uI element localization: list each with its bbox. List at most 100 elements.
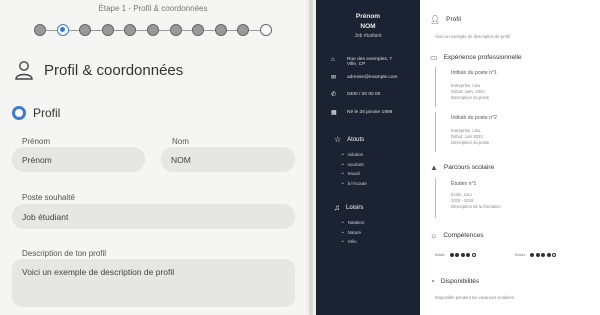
subsection-profil: Profil xyxy=(12,106,60,120)
cv-exp2-desc: Description du poste xyxy=(451,140,490,145)
star-icon: ☆ xyxy=(334,135,342,144)
skill-dot xyxy=(530,252,535,257)
cv-skill-word: Word xyxy=(435,252,476,257)
step-1[interactable] xyxy=(34,24,46,36)
step-10[interactable] xyxy=(237,24,250,36)
cv-skill-excel: Excel xyxy=(515,252,557,257)
lastname-input[interactable]: NOM xyxy=(161,147,295,172)
form-panel: Étape 1 - Profil & coordonnées Profil & … xyxy=(0,0,306,315)
skill-dot xyxy=(535,252,540,257)
cv-atouts-title: Atouts xyxy=(347,136,365,143)
cv-atouts-header: ☆ Atouts xyxy=(334,135,364,144)
skill-dot xyxy=(455,252,460,257)
section-header: Profil & coordonnées xyxy=(14,60,183,80)
lastname-label: Nom xyxy=(172,137,189,146)
cv-exp2-meta: Entreprise, Lieu Début: Juin 2023 Descri… xyxy=(451,128,489,146)
cv-lastname: NOM xyxy=(360,23,376,30)
skill-dot xyxy=(471,252,476,257)
user-icon: 👤︎ xyxy=(430,15,441,24)
cv-edu1-meta: École, Lieu 2018 - 2019 Description de l… xyxy=(451,192,501,210)
cv-phone-text: 0400 / 00 00 00 xyxy=(347,92,381,97)
skill-dot xyxy=(460,252,465,257)
step-6[interactable] xyxy=(147,24,159,36)
cv-birth-text: Né le 26 janvier 1998 xyxy=(347,110,393,115)
cv-loisirs-list: Natation Nature Vélo xyxy=(342,218,365,247)
cv-availability-header: ◔ Disponibilités xyxy=(430,277,479,286)
cv-birth: ▦ Né le 26 janvier 1998 xyxy=(331,110,392,116)
briefcase-icon: ▭ xyxy=(430,53,438,62)
cv-education-header: ▲ Parcours scolaire xyxy=(430,163,494,172)
firstname-input[interactable]: Prénom xyxy=(12,147,145,172)
user-icon xyxy=(15,61,33,80)
skill-name: Excel xyxy=(515,252,525,257)
cv-edu1-title: Études n°1 xyxy=(451,181,477,187)
cv-exp2-title: Intitulé du poste n°2 xyxy=(451,115,497,121)
cv-availability-title: Disponibilités xyxy=(440,278,480,285)
cv-exp1-title: Intitulé du poste n°1 xyxy=(451,70,497,76)
cv-loisirs-title: Loisirs xyxy=(346,204,364,211)
cv-main: 👤︎ Profil Voici un exemple de descriptio… xyxy=(420,0,600,315)
step-3[interactable] xyxy=(79,24,92,36)
position-label: Poste souhaité xyxy=(22,193,75,202)
cv-experience-header: ▭ Expérience professionnelle xyxy=(430,53,522,62)
clock-icon: ◔ xyxy=(430,277,435,286)
skill-name: Word xyxy=(435,252,445,257)
cv-education-title: Parcours scolaire xyxy=(443,164,495,171)
section-title: Profil & coordonnées xyxy=(44,61,184,79)
list-item: souriant xyxy=(342,160,367,170)
cv-loisirs-header: ♫ Loisirs xyxy=(334,203,363,212)
step-8[interactable] xyxy=(192,24,205,36)
skill-dot xyxy=(449,252,454,257)
list-item: Nature xyxy=(342,228,364,238)
position-input[interactable]: Job étudiant xyxy=(12,204,295,229)
step-2-current[interactable] xyxy=(56,24,69,36)
skill-dot xyxy=(552,252,557,257)
cv-exp1-desc: Description du poste xyxy=(451,95,490,100)
home-icon: ⌂ xyxy=(331,57,335,63)
list-item: solution xyxy=(342,150,367,160)
list-item: Vélo xyxy=(342,237,364,247)
form-scrollbar[interactable] xyxy=(306,0,316,315)
cv-profil-text: Voici un exemple de description de profi… xyxy=(435,34,510,39)
calendar-icon: ▦ xyxy=(331,110,337,116)
list-item: Natation xyxy=(342,218,365,228)
cv-exp1-meta: Entreprise, Lieu Début: Janv. 2024 Descr… xyxy=(451,83,489,101)
subsection-title: Profil xyxy=(33,106,61,120)
step-label: Étape 1 - Profil & coordonnées xyxy=(98,4,208,13)
guitar-icon: ♫ xyxy=(334,203,340,212)
skill-dot xyxy=(466,252,471,257)
cv-email: ✉ adresse@example.com xyxy=(331,75,397,81)
description-textarea[interactable]: Voici un exemple de description de profi… xyxy=(12,259,295,307)
step-5[interactable] xyxy=(124,24,137,36)
cv-address-line2: Ville, CP xyxy=(347,62,366,67)
cv-skills-title: Compétences xyxy=(443,232,484,239)
graduation-cap-icon: ▲ xyxy=(430,163,438,172)
skill-dot xyxy=(541,252,546,257)
cv-availability-text: Disponible pendant les vacances scolaire… xyxy=(435,295,514,300)
description-label: Description de ton profil xyxy=(22,249,107,258)
timeline-line xyxy=(435,112,436,152)
step-7[interactable] xyxy=(169,24,182,36)
radio-icon[interactable] xyxy=(12,106,26,120)
cv-skills-header: ☼ Compétences xyxy=(430,231,483,240)
scrollbar-thumb[interactable] xyxy=(309,0,313,315)
cv-experience-title: Expérience professionnelle xyxy=(443,54,522,61)
cv-profil-header: 👤︎ Profil xyxy=(430,15,461,24)
cv-address: ⌂ Rue des exemples, 7 Ville, CP xyxy=(331,57,392,67)
step-11[interactable] xyxy=(260,24,272,36)
cv-job: Job étudiant xyxy=(354,33,382,39)
cv-sidebar: Prénom NOM Job étudiant ⌂ Rue des exempl… xyxy=(316,0,420,315)
step-9[interactable] xyxy=(214,24,227,36)
list-item: travail xyxy=(342,169,367,179)
cv-firstname: Prénom xyxy=(355,13,381,20)
lightbulb-icon: ☼ xyxy=(430,231,438,240)
cv-phone: ✆ 0400 / 00 00 00 xyxy=(331,92,380,98)
step-4[interactable] xyxy=(101,24,114,36)
list-item: à l'écoute xyxy=(342,179,367,189)
stepper xyxy=(34,24,272,36)
timeline-line xyxy=(435,178,436,218)
cv-edu1-desc: Description de la formation xyxy=(451,204,501,209)
skill-dot xyxy=(546,252,551,257)
cv-profil-title: Profil xyxy=(446,16,461,23)
phone-icon: ✆ xyxy=(331,92,337,98)
